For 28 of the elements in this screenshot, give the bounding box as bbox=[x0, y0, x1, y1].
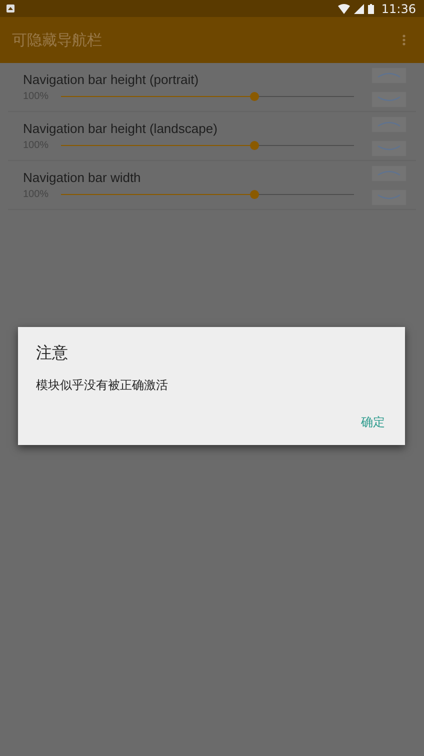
chevron-down-icon bbox=[377, 194, 401, 200]
increase-button[interactable] bbox=[372, 166, 406, 180]
chevron-up-icon bbox=[377, 170, 401, 176]
app-title: 可隐藏导航栏 bbox=[12, 30, 102, 50]
decrease-button[interactable] bbox=[372, 140, 406, 156]
dialog-message: 模块似乎没有被正确激活 bbox=[36, 377, 169, 394]
status-time: 11:36 bbox=[381, 2, 416, 16]
setting-label: Navigation bar height (portrait) bbox=[23, 72, 200, 87]
wifi-icon bbox=[338, 4, 350, 14]
chevron-up-icon bbox=[377, 72, 401, 78]
chevron-down-icon bbox=[377, 145, 401, 151]
confirm-button[interactable]: 确定 bbox=[359, 414, 387, 431]
slider-thumb[interactable] bbox=[250, 92, 260, 101]
slider-thumb[interactable] bbox=[250, 141, 260, 150]
notification-icon bbox=[6, 4, 15, 13]
increase-button[interactable] bbox=[372, 116, 406, 132]
setting-label: Navigation bar width bbox=[23, 170, 142, 185]
increase-button[interactable] bbox=[372, 68, 406, 82]
slider-thumb[interactable] bbox=[250, 190, 260, 199]
dialog-title: 注意 bbox=[36, 343, 69, 364]
chevron-up-icon bbox=[377, 121, 401, 127]
chevron-down-icon bbox=[377, 96, 401, 102]
setting-label: Navigation bar height (landscape) bbox=[23, 121, 218, 136]
decrease-button[interactable] bbox=[372, 92, 406, 106]
signal-icon bbox=[354, 4, 364, 14]
more-options-icon[interactable] bbox=[402, 34, 406, 46]
battery-icon bbox=[368, 4, 374, 14]
decrease-button[interactable] bbox=[372, 190, 406, 204]
